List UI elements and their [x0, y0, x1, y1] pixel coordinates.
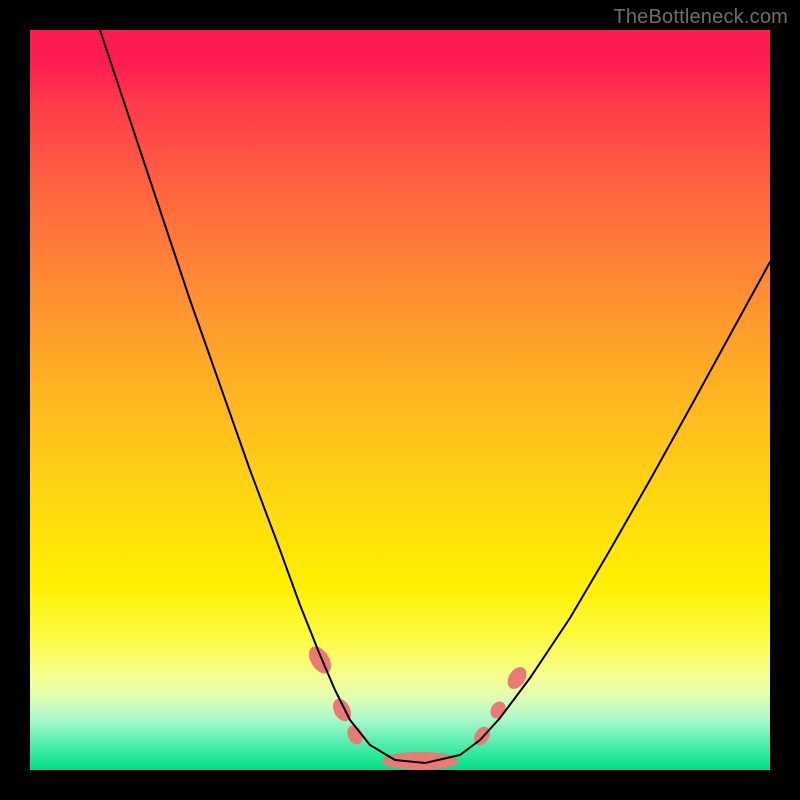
plot-area: [30, 30, 770, 770]
chart-frame: TheBottleneck.com: [0, 0, 800, 800]
salmon-marker: [504, 664, 531, 693]
markers-group: [304, 643, 530, 770]
chart-svg: [30, 30, 770, 770]
bottleneck-curve: [100, 30, 770, 763]
watermark-text: TheBottleneck.com: [613, 6, 788, 29]
salmon-marker: [382, 752, 458, 770]
salmon-marker: [304, 643, 335, 678]
